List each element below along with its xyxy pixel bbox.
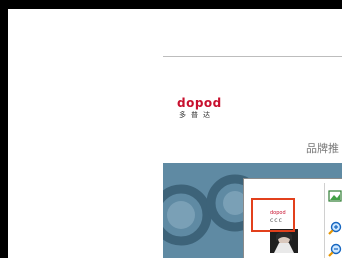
webpage-canvas: dopod 多普达 品牌推 dopod ccc [8, 9, 342, 258]
section-heading: 品牌推 [306, 142, 339, 155]
selection-highlight-box [251, 198, 295, 232]
header-divider [163, 56, 342, 57]
dopod-logo[interactable]: dopod 多普达 [177, 96, 222, 120]
zoom-out-icon[interactable] [328, 243, 342, 257]
image-icon[interactable] [328, 189, 342, 203]
thumbnail-photo [270, 229, 298, 253]
image-viewer-popup: dopod ccc [243, 178, 342, 258]
logo-chinese-name: 多普达 [179, 111, 215, 119]
logo-wordmark: dopod [177, 96, 222, 110]
zoom-in-icon[interactable] [328, 221, 342, 235]
toolbar-separator [324, 183, 325, 258]
